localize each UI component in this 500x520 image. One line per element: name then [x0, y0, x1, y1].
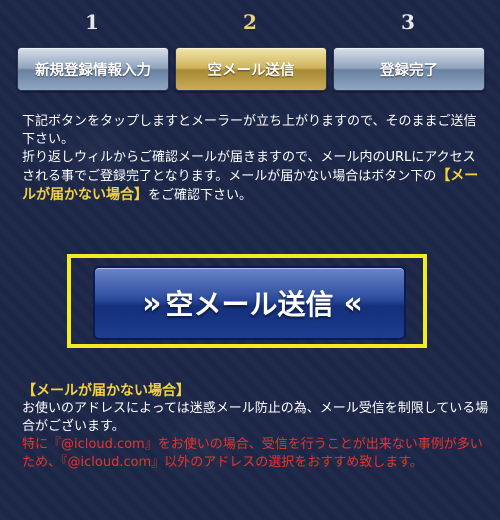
- instruction-text: 折り返しウィルからご確認メールが届きますので、メール内のURLにアクセスされる事…: [22, 150, 476, 184]
- send-empty-mail-button[interactable]: » 空メール送信 «: [93, 266, 406, 340]
- instruction-text-end: をご確認下さい。: [148, 188, 253, 203]
- registration-steps: 1 2 3 新規登録情報入力 空メール送信 登録完了: [0, 0, 500, 100]
- step-3-registration-complete-button[interactable]: 登録完了: [333, 47, 485, 91]
- instruction-confirmation-mail: 折り返しウィルからご確認メールが届きますので、メール内のURLにアクセスされる事…: [22, 149, 482, 205]
- step-1-register-info-button[interactable]: 新規登録情報入力: [17, 47, 169, 91]
- send-empty-mail-label: 空メール送信: [165, 288, 334, 321]
- double-chevron-right-icon: »: [142, 285, 162, 321]
- notice-body: お使いのアドレスによっては迷惑メール防止の為、メール受信を制限している場合がござ…: [22, 401, 489, 434]
- step-3-number: 3: [401, 10, 415, 34]
- instructions: 下記ボタンをタップしますとメーラーが立ち上がりますので、そのままご送信下さい。 …: [22, 113, 482, 205]
- notice-title: 【メールが届かない場合】: [22, 383, 190, 399]
- step-2-send-empty-mail-button[interactable]: 空メール送信: [175, 47, 327, 91]
- instruction-tap-button: 下記ボタンをタップしますとメーラーが立ち上がりますので、そのままご送信下さい。: [22, 114, 477, 147]
- double-chevron-left-icon: «: [343, 285, 364, 321]
- step-2-number: 2: [243, 10, 257, 34]
- notice-icloud-warning: 特に『@icloud.com』をお使いの場合、受信を行うことが出来ない事例が多い…: [22, 437, 483, 470]
- mail-not-received-notice: 【メールが届かない場合】 お使いのアドレスによっては迷惑メール防止の為、メール受…: [22, 382, 492, 472]
- step-1-number: 1: [85, 10, 99, 34]
